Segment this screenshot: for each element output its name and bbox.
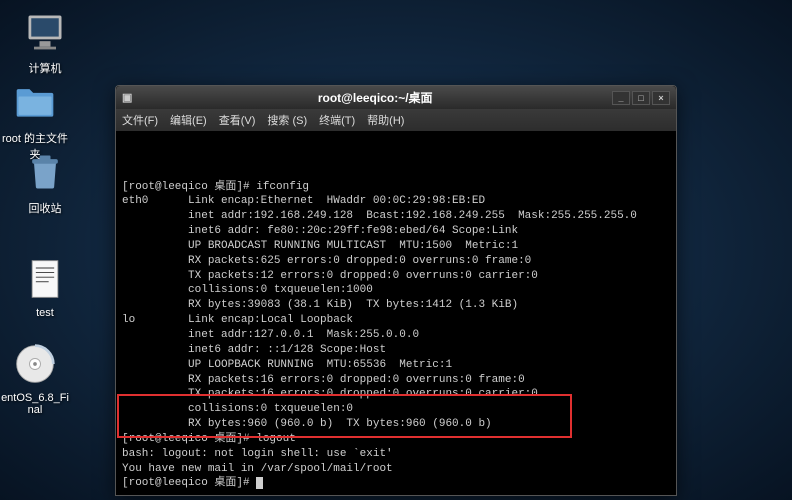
window-title: root@leeqico:~/桌面 (138, 89, 612, 106)
terminal-line: You have new mail in /var/spool/mail/roo… (122, 462, 670, 477)
cursor (256, 477, 263, 489)
menu-help[interactable]: 帮助(H) (367, 112, 404, 128)
window-controls: _ □ × (612, 91, 670, 105)
menu-view[interactable]: 查看(V) (219, 112, 256, 128)
menubar: 文件(F) 编辑(E) 查看(V) 搜索 (S) 终端(T) 帮助(H) (116, 109, 676, 131)
desktop-icon-computer[interactable]: 计算机 (10, 8, 80, 76)
textfile-icon (21, 255, 69, 303)
terminal-line: collisions:0 txqueuelen:1000 (122, 283, 670, 298)
terminal-window: ▣ root@leeqico:~/桌面 _ □ × 文件(F) 编辑(E) 查看… (115, 85, 677, 496)
desktop-icon-centos-iso[interactable]: entOS_6.8_Final (0, 340, 70, 416)
terminal-line: RX packets:625 errors:0 dropped:0 overru… (122, 254, 670, 269)
menu-file[interactable]: 文件(F) (122, 112, 158, 128)
terminal-line: inet addr:192.168.249.128 Bcast:192.168.… (122, 209, 670, 224)
close-button[interactable]: × (652, 91, 670, 105)
terminal-line: UP BROADCAST RUNNING MULTICAST MTU:1500 … (122, 239, 670, 254)
terminal-line: eth0 Link encap:Ethernet HWaddr 00:0C:29… (122, 194, 670, 209)
trash-icon (21, 148, 69, 196)
titlebar[interactable]: ▣ root@leeqico:~/桌面 _ □ × (116, 86, 676, 109)
icon-label: test (10, 307, 80, 319)
cd-icon (11, 340, 59, 388)
desktop-icon-trash[interactable]: 回收站 (10, 148, 80, 216)
terminal-line: RX bytes:960 (960.0 b) TX bytes:960 (960… (122, 417, 670, 432)
computer-icon (21, 8, 69, 56)
terminal-line: lo Link encap:Local Loopback (122, 313, 670, 328)
icon-label: entOS_6.8_Final (0, 392, 70, 416)
menu-terminal[interactable]: 终端(T) (319, 112, 355, 128)
terminal-line: inet6 addr: fe80::20c:29ff:fe98:ebed/64 … (122, 224, 670, 239)
terminal-line: [root@leeqico 桌面]# (122, 476, 670, 491)
terminal-line: RX packets:16 errors:0 dropped:0 overrun… (122, 373, 670, 388)
terminal-output[interactable]: [root@leeqico 桌面]# ifconfigeth0 Link enc… (116, 131, 676, 495)
desktop-icon-test-file[interactable]: test (10, 255, 80, 319)
terminal-icon: ▣ (122, 91, 132, 104)
terminal-line: RX bytes:39083 (38.1 KiB) TX bytes:1412 … (122, 298, 670, 313)
terminal-line: inet6 addr: ::1/128 Scope:Host (122, 343, 670, 358)
terminal-line: TX packets:16 errors:0 dropped:0 overrun… (122, 387, 670, 402)
terminal-line: inet addr:127.0.0.1 Mask:255.0.0.0 (122, 328, 670, 343)
menu-search[interactable]: 搜索 (S) (267, 112, 307, 128)
menu-edit[interactable]: 编辑(E) (170, 112, 207, 128)
terminal-line: bash: logout: not login shell: use `exit… (122, 447, 670, 462)
terminal-line: [root@leeqico 桌面]# ifconfig (122, 180, 670, 195)
icon-label: 计算机 (10, 60, 80, 76)
terminal-line: [root@leeqico 桌面]# logout (122, 432, 670, 447)
icon-label: 回收站 (10, 200, 80, 216)
terminal-line: collisions:0 txqueuelen:0 (122, 402, 670, 417)
folder-icon (11, 78, 59, 126)
maximize-button[interactable]: □ (632, 91, 650, 105)
terminal-line: TX packets:12 errors:0 dropped:0 overrun… (122, 269, 670, 284)
terminal-line: UP LOOPBACK RUNNING MTU:65536 Metric:1 (122, 358, 670, 373)
minimize-button[interactable]: _ (612, 91, 630, 105)
